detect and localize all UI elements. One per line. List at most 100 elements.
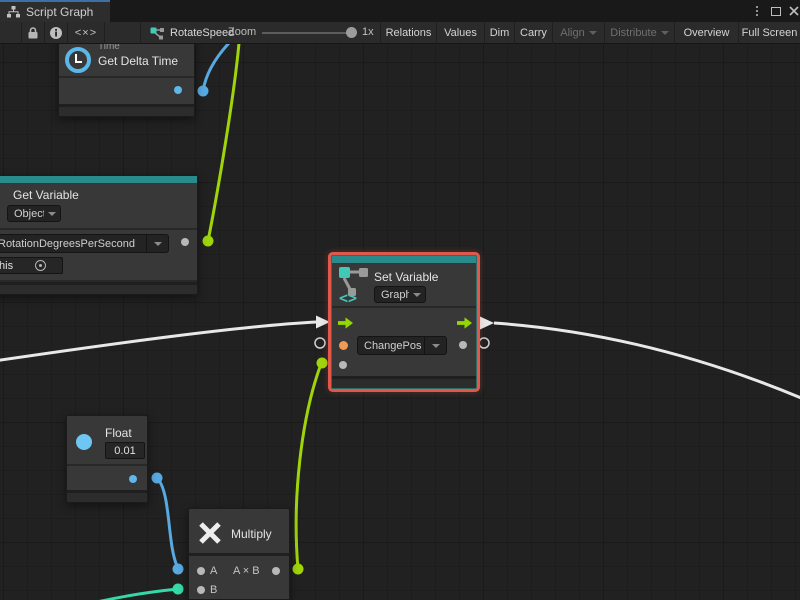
zoom-slider-track[interactable] [262,32,350,34]
variable-port[interactable] [339,341,348,350]
output-port[interactable] [174,86,182,94]
full-screen-button[interactable]: Full Screen [738,22,800,44]
value-output-port[interactable] [181,238,189,246]
wire-blue-float-multiply [157,478,177,566]
chevron-down-icon [146,235,168,252]
node-title: Get Delta Time [98,54,178,68]
hollow-port-ring-left [315,338,325,348]
target-object-field[interactable]: this [0,257,63,274]
chevron-down-icon [424,337,446,354]
kebab-menu-icon [756,6,758,16]
tab-title: Script Graph [26,5,93,19]
wire-arrowhead-out [480,317,494,330]
wire-white-out [494,323,800,400]
info-button[interactable] [45,22,68,44]
graph-canvas[interactable]: Time Get Delta Time Get Variable Object … [0,44,800,600]
variable-name-dropdown[interactable]: ChangePos [357,336,447,355]
node-title: Float [105,426,132,440]
toolbar-button-group: Relations Values Dim Carry Align Distrib… [380,22,800,44]
wire-blue-delta-time [203,44,229,91]
output-port[interactable] [129,475,137,483]
carry-button[interactable]: Carry [514,22,552,44]
tab-bar: Script Graph [0,0,800,22]
node-get-delta-time[interactable]: Time Get Delta Time [58,44,195,117]
lock-icon [26,26,40,40]
distribute-dropdown-button[interactable]: Distribute [604,22,674,44]
wire-endpoint [203,236,214,247]
code-toggle-icon: <×> [75,27,97,39]
values-button[interactable]: Values [436,22,484,44]
chevron-down-icon [44,206,60,221]
node-title: Set Variable [374,270,438,284]
node-footer [59,104,194,116]
zoom-slider-handle[interactable] [346,27,357,38]
window-menu-button[interactable] [749,3,765,19]
node-footer [67,490,147,502]
wire-endpoint [198,86,209,97]
overview-button[interactable]: Overview [674,22,738,44]
chevron-down-icon [589,31,597,35]
svg-text:<>: <> [339,289,357,304]
zoom-value: 1x [362,26,374,38]
wire-teal-multiply-b [80,589,178,600]
close-icon [789,6,799,16]
tab-script-graph[interactable]: Script Graph [0,2,110,22]
wire-endpoint [293,564,304,575]
output-port[interactable] [272,567,280,575]
lock-button[interactable] [22,22,45,44]
chevron-down-icon [661,31,669,35]
set-variable-icon: <> [338,266,370,304]
node-footer [0,282,197,294]
object-picker-icon[interactable] [35,260,46,271]
value-input-port[interactable] [339,361,347,369]
zoom-label: Zoom [228,26,256,38]
node-title: Get Variable [13,188,79,202]
node-footer [332,376,476,388]
variable-node-accent [332,256,476,263]
node-get-variable[interactable]: Get Variable Object RotationDegreesPerSe… [0,175,198,295]
node-subtitle: Time [98,44,120,52]
wire-lime-multiply-setvariable [296,364,321,569]
unity-script-graph-window: Script Graph [0,0,800,600]
wire-endpoint [317,358,328,369]
port-label-output: A × B [233,565,260,577]
info-icon [49,26,63,40]
dim-button[interactable]: Dim [484,22,514,44]
multiply-icon [197,520,223,546]
graph-toolbar: <×> RotateSpeed Zoom 1x Relations Values… [0,22,800,44]
chevron-down-icon [409,287,425,302]
align-dropdown-button[interactable]: Align [552,22,604,44]
input-port-a[interactable] [197,567,205,575]
relations-button[interactable]: Relations [380,22,436,44]
node-float[interactable]: Float 0.01 [66,415,148,503]
port-label-b: B [210,584,217,596]
window-close-button[interactable] [786,3,800,19]
input-port-b[interactable] [197,586,205,594]
toolbar-spacer [0,22,22,44]
wire-endpoint [152,473,163,484]
node-title: Multiply [231,527,272,541]
wire-endpoint [173,584,184,595]
code-view-toggle-button[interactable]: <×> [68,22,105,44]
float-value-field[interactable]: 0.01 [105,442,145,459]
value-output-port[interactable] [459,341,467,349]
wire-lime-get-variable [208,44,239,241]
window-maximize-button[interactable] [768,3,784,19]
control-output-port[interactable] [457,317,472,329]
control-input-port[interactable] [338,317,353,329]
graph-hierarchy-icon [7,6,20,18]
script-graph-asset-icon [150,27,165,40]
node-set-variable[interactable]: <> Set Variable Graph ChangePos [331,255,477,389]
clock-icon [65,47,91,73]
node-multiply[interactable]: Multiply A A × B B [188,508,290,600]
port-label-a: A [210,565,217,577]
variable-kind-dropdown[interactable]: Object [7,205,61,222]
wire-white-in [0,322,316,361]
variable-kind-dropdown[interactable]: Graph [374,286,426,303]
maximize-icon [771,7,781,16]
wire-endpoint [173,564,184,575]
breadcrumb-label: RotateSpeed [170,27,234,39]
variable-name-dropdown[interactable]: RotationDegreesPerSecond [0,234,169,253]
float-icon [76,434,92,450]
wire-arrowhead-in [316,316,330,329]
